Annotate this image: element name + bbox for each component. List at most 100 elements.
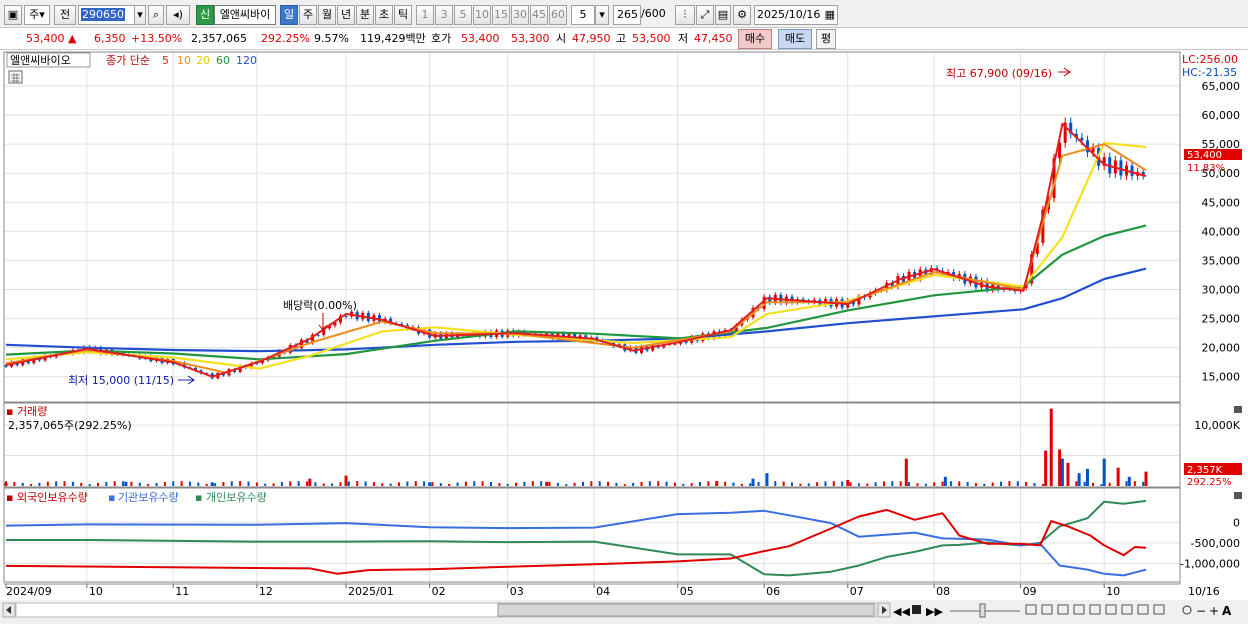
volume-title: 거래량 xyxy=(17,405,47,418)
period-year[interactable]: 년 xyxy=(337,5,355,25)
holdings-marker-1: ▪ xyxy=(6,491,13,504)
multiplier-3[interactable]: 3 xyxy=(435,5,453,25)
volume-bar xyxy=(1077,473,1081,486)
period-month[interactable]: 월 xyxy=(318,5,336,25)
volume-bar-minor xyxy=(389,483,392,486)
legend-ma60: 60 xyxy=(216,54,230,67)
volume-bar-minor xyxy=(1108,482,1111,486)
date-value: 2025/10/16 xyxy=(757,8,821,21)
volume-bar-minor xyxy=(548,481,551,486)
multiplier-30[interactable]: 30 xyxy=(511,5,529,25)
volume-bar-minor xyxy=(172,481,175,486)
volume-bar-minor xyxy=(197,482,200,486)
multiplier-5[interactable]: 5 xyxy=(454,5,472,25)
sell-button[interactable]: 매도 xyxy=(778,29,812,49)
period-second[interactable]: 초 xyxy=(375,5,393,25)
price-tick-label: 25,000 xyxy=(1202,313,1241,326)
volume-bar-minor xyxy=(807,483,810,486)
zoom-out-icon[interactable]: − xyxy=(1196,604,1206,618)
prefix-button[interactable]: 전 xyxy=(54,5,76,25)
multiplier-45[interactable]: 45 xyxy=(530,5,548,25)
volume-bar xyxy=(1085,468,1089,486)
legend-institution: 기관보유수량 xyxy=(118,491,179,504)
volume-bar-minor xyxy=(1092,482,1095,486)
save-icon[interactable]: ▤ xyxy=(715,5,731,25)
price-tick-label: 45,000 xyxy=(1202,196,1241,209)
zoom-slider-handle[interactable] xyxy=(979,603,986,618)
auto-scale-icon[interactable]: A xyxy=(1222,604,1232,618)
price-tick-label: 60,000 xyxy=(1202,109,1241,122)
candle-icon[interactable]: ⫶ xyxy=(675,5,695,25)
avg-button[interactable]: 평 xyxy=(816,29,836,49)
chart-svg[interactable]: 엘앤씨바이오 종가 단순 5 10 20 60 120 LC:256.00 HC… xyxy=(0,50,1248,621)
volume-panel-close-icon[interactable] xyxy=(1234,406,1242,413)
toolbar: ▣ 주▾ 전 290650 ▾ ⌕ ◂) 신 엘앤씨바이 일 주 월 년 분 초… xyxy=(0,0,1248,28)
code-dropdown-icon[interactable]: ▾ xyxy=(134,5,146,25)
volume-bar-minor xyxy=(857,483,860,486)
volume-bar-minor xyxy=(933,482,936,486)
unit-input[interactable]: 5 xyxy=(571,5,595,25)
volume-bar-minor xyxy=(908,482,911,486)
period-week[interactable]: 주 xyxy=(299,5,317,25)
compare-icon[interactable]: ⤢ xyxy=(696,5,714,25)
volume-bar-minor xyxy=(749,483,752,486)
low-annotation: 최저 15,000 (11/15) xyxy=(68,374,174,387)
buy-button[interactable]: 매수 xyxy=(738,29,772,49)
multiplier-15[interactable]: 15 xyxy=(492,5,510,25)
holdings-lines xyxy=(5,499,1147,577)
period-minute[interactable]: 분 xyxy=(356,5,374,25)
chart-area[interactable]: 엘앤씨바이오 종가 단순 5 10 20 60 120 LC:256.00 HC… xyxy=(0,50,1248,621)
price-tick-label: 65,000 xyxy=(1202,80,1241,93)
legend-ma5: 5 xyxy=(162,54,169,67)
date-input[interactable]: 2025/10/16 ▦ xyxy=(754,5,838,25)
volume-bar-minor xyxy=(347,481,350,486)
stop-icon[interactable] xyxy=(912,605,921,614)
period-day[interactable]: 일 xyxy=(280,5,298,25)
period-tick[interactable]: 틱 xyxy=(394,5,412,25)
volume-bar-minor xyxy=(13,481,16,486)
speaker-icon[interactable]: ◂) xyxy=(166,5,190,25)
forward-icon[interactable]: ▶▶ xyxy=(926,605,943,618)
volume-bar-minor xyxy=(699,481,702,486)
volume-bar-minor xyxy=(96,482,99,486)
multiplier-60[interactable]: 60 xyxy=(549,5,567,25)
volume-bar-minor xyxy=(406,481,409,486)
volume-bar-minor xyxy=(481,481,484,486)
calendar-icon[interactable]: ▦ xyxy=(825,6,835,24)
volume-bar-minor xyxy=(163,481,166,486)
dividend-annotation: 배당락(0.00%) xyxy=(283,299,357,312)
high-arrow-icon xyxy=(1058,67,1071,77)
volume-bar-minor xyxy=(607,481,610,486)
volume-bar-minor xyxy=(916,483,919,486)
volume-bar-minor xyxy=(949,481,952,486)
volume-bar-minor xyxy=(339,482,342,486)
volume-bar xyxy=(751,478,755,486)
search-icon[interactable]: ⌕ xyxy=(148,5,164,25)
legend-individual: 개인보유수량 xyxy=(206,491,267,504)
x-axis: 2024/09 10 11 12 2025/01 02 03 04 05 06 07 08 09 10 10… xyxy=(4,583,1220,598)
chart-grid xyxy=(4,52,1180,584)
volume-bar-minor xyxy=(21,482,24,486)
market-select[interactable]: 주▾ xyxy=(24,5,50,25)
volume-bar-minor xyxy=(314,482,317,486)
holdings-panel-close-icon[interactable] xyxy=(1234,492,1242,499)
turnover: 9.57% xyxy=(314,32,349,45)
open-price: 47,950 xyxy=(572,32,611,45)
volume-bar-minor xyxy=(724,481,727,486)
time-tick-label: 05 xyxy=(680,585,694,598)
window-icon[interactable]: ▣ xyxy=(4,5,22,25)
volume-bar-minor xyxy=(824,481,827,486)
gear-icon[interactable]: ⚙ xyxy=(733,5,751,25)
multiplier-10[interactable]: 10 xyxy=(473,5,491,25)
volume-bar xyxy=(1144,471,1148,486)
unit-dropdown-icon[interactable]: ▾ xyxy=(595,5,609,25)
scroll-thumb[interactable] xyxy=(497,603,875,617)
multiplier-1[interactable]: 1 xyxy=(416,5,434,25)
volume-bar-minor xyxy=(598,481,601,486)
zoom-in-icon[interactable]: + xyxy=(1209,604,1219,618)
volume-bar-minor xyxy=(581,481,584,486)
rewind-icon[interactable]: ◀◀ xyxy=(893,605,910,618)
count-input[interactable]: 265 xyxy=(613,5,641,25)
volume-bar-minor xyxy=(657,481,660,486)
stock-name[interactable]: 엘앤씨바이 xyxy=(214,5,276,25)
